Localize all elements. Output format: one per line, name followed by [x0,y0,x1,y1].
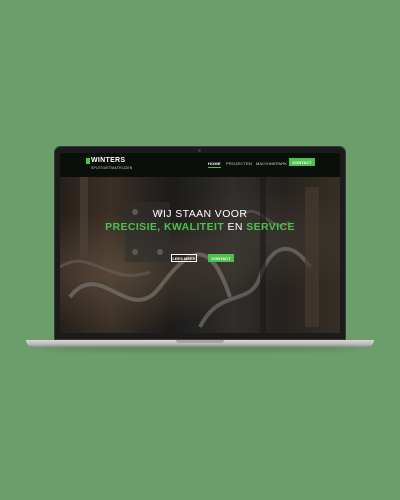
hero-word-service: SERVICE [246,221,295,233]
read-more-button[interactable]: LEES MEER [171,254,197,262]
hero-word-precisie: PRECISIE, [105,221,161,233]
navbar: WINTERS SPUITGIETMATRIJZEN HOME PROJECTE… [60,153,340,177]
hero-headline-line1: WIJ STAAN VOOR [152,208,248,220]
logo-mark-icon [86,158,90,164]
camera-icon [198,149,201,152]
hero-overlay [60,177,340,333]
hero-headline-line2: PRECISIE, KWALITEIT EN SERVICE [60,221,340,233]
nav-item-home[interactable]: HOME [208,161,221,168]
logo-subtitle: SPUITGIETMATRIJZEN [91,166,133,170]
hero-contact-button[interactable]: CONTACT [208,254,234,262]
nav-contact-button[interactable]: CONTACT [289,158,315,166]
laptop-base-notch [176,340,224,343]
nav-item-projecten[interactable]: PROJECTEN [226,161,252,166]
logo-title: WINTERS [91,157,126,164]
hero-word-en: EN [227,221,243,233]
laptop-shadow [40,347,360,351]
laptop-screen: WINTERS SPUITGIETMATRIJZEN HOME PROJECTE… [60,153,340,333]
nav-item-machinepark[interactable]: MACHINEPARK [256,161,287,166]
hero-word-kwaliteit: KWALITEIT [163,221,225,233]
